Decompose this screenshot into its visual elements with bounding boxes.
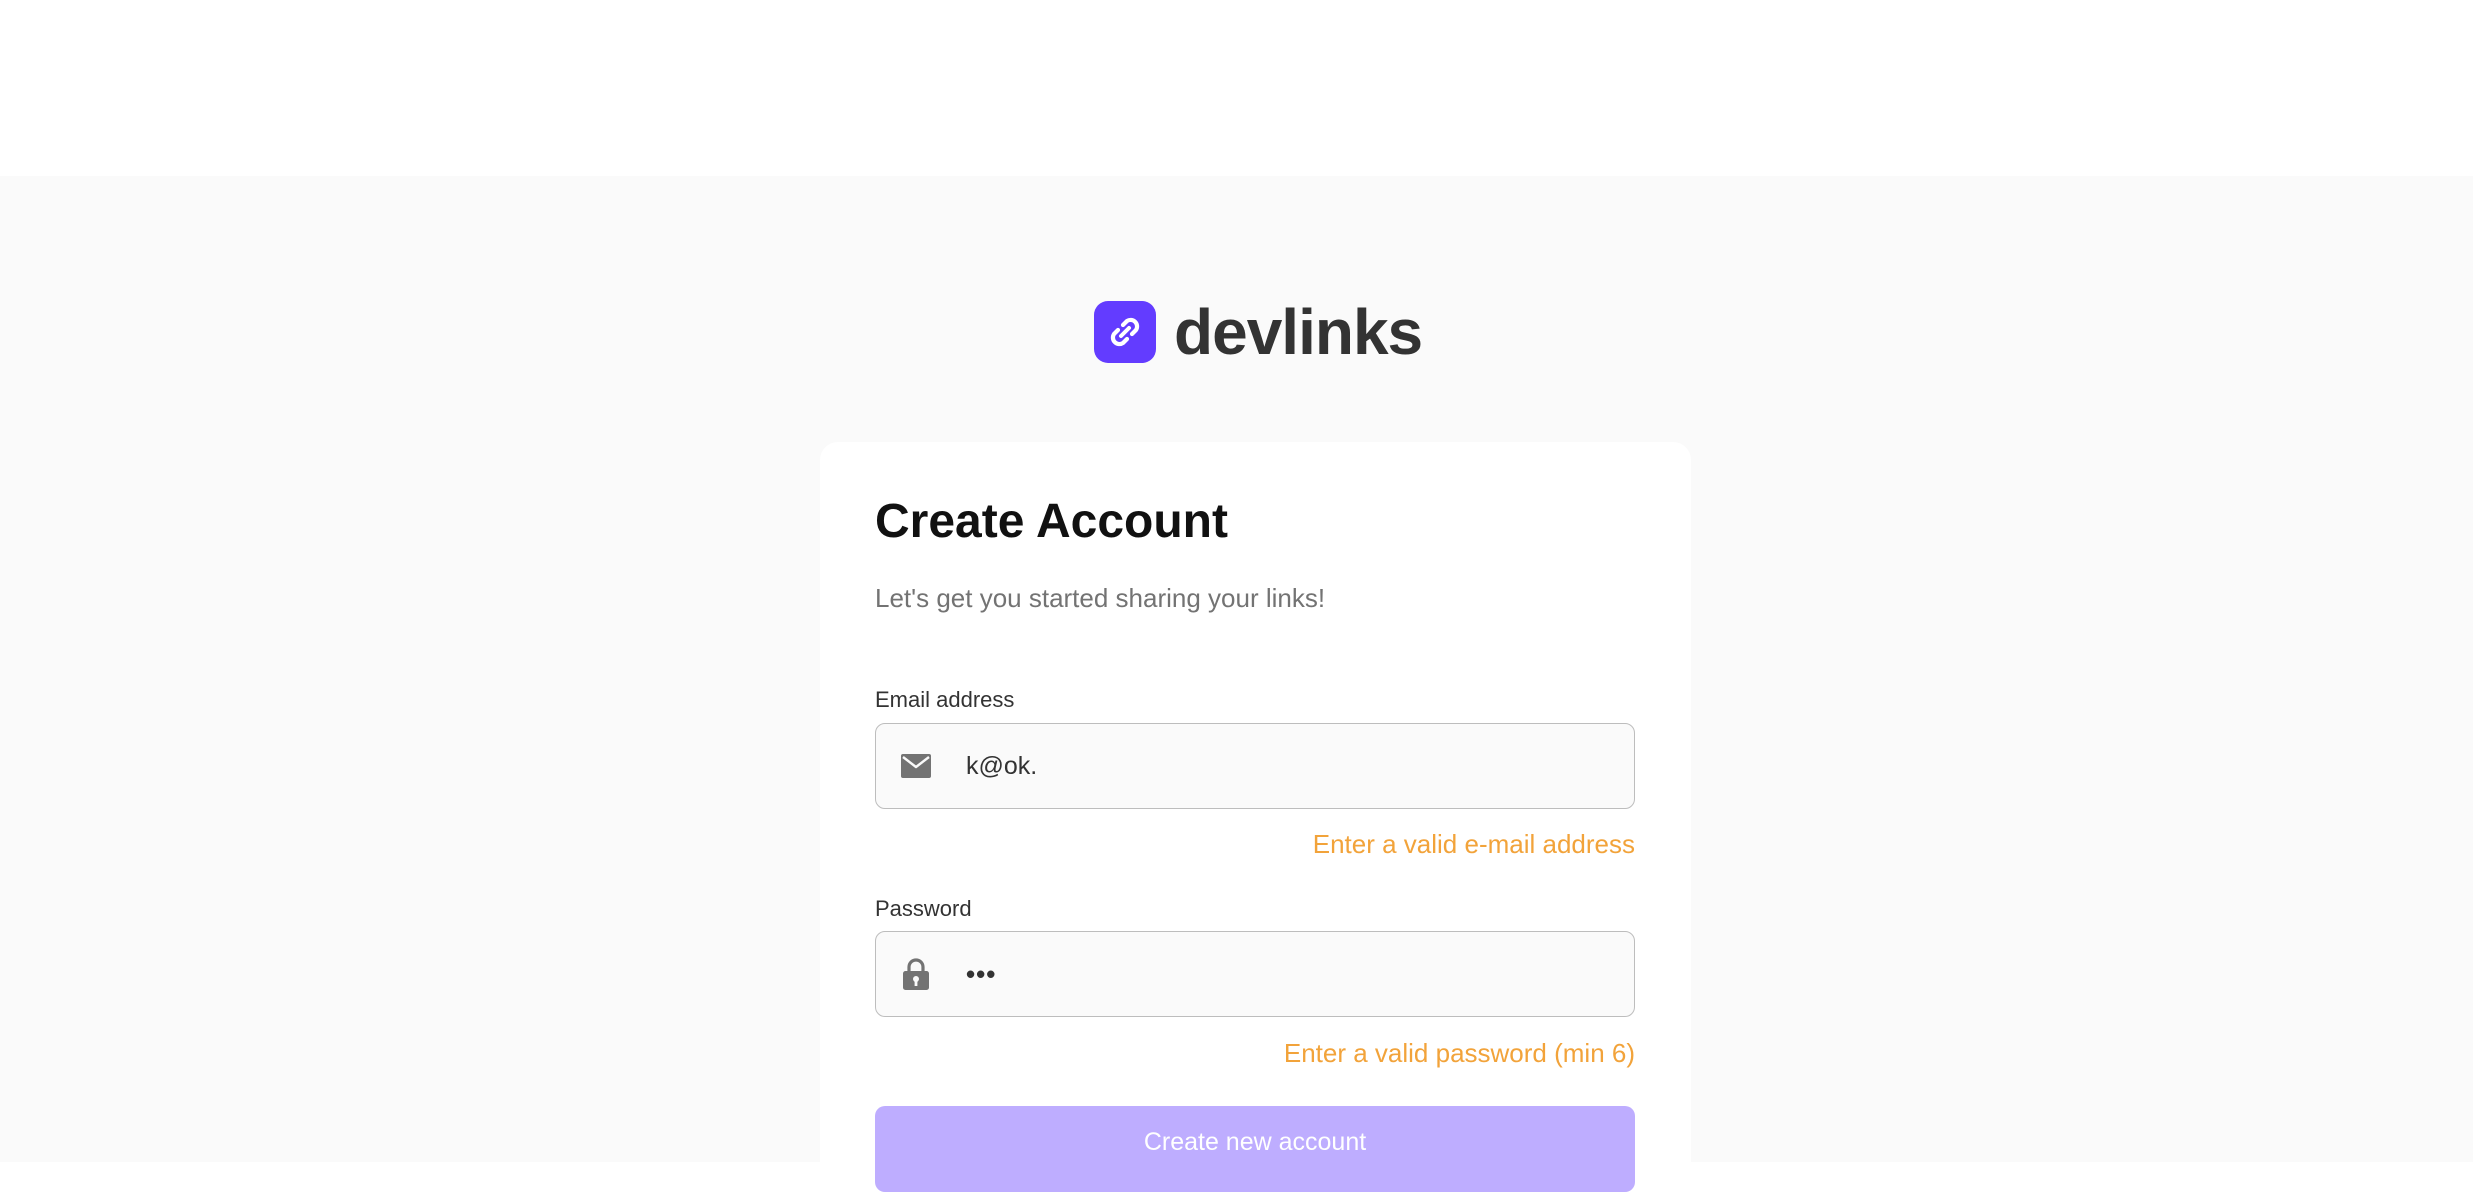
email-field[interactable] [966, 724, 1606, 808]
password-error: Enter a valid password (min 6) [1283, 1038, 1635, 1068]
signup-card: Create Account Let's get you started sha… [820, 442, 1691, 1202]
top-bar [0, 0, 2473, 176]
brand-name: devlinks [1174, 296, 1423, 368]
email-label: Email address [875, 687, 1015, 712]
password-field[interactable] [966, 932, 1606, 1016]
envelope-icon [900, 750, 932, 782]
page-title: Create Account [875, 495, 1228, 548]
lock-icon [900, 958, 932, 990]
create-account-button[interactable]: Create new account [875, 1106, 1635, 1192]
link-icon [1094, 301, 1156, 363]
email-input-container[interactable] [875, 723, 1635, 809]
password-label: Password [875, 896, 972, 921]
email-error: Enter a valid e-mail address [1312, 829, 1635, 859]
password-input-container[interactable] [875, 931, 1635, 1017]
page-subtitle: Let's get you started sharing your links… [875, 583, 1326, 613]
brand-logo: devlinks [1094, 296, 1423, 368]
